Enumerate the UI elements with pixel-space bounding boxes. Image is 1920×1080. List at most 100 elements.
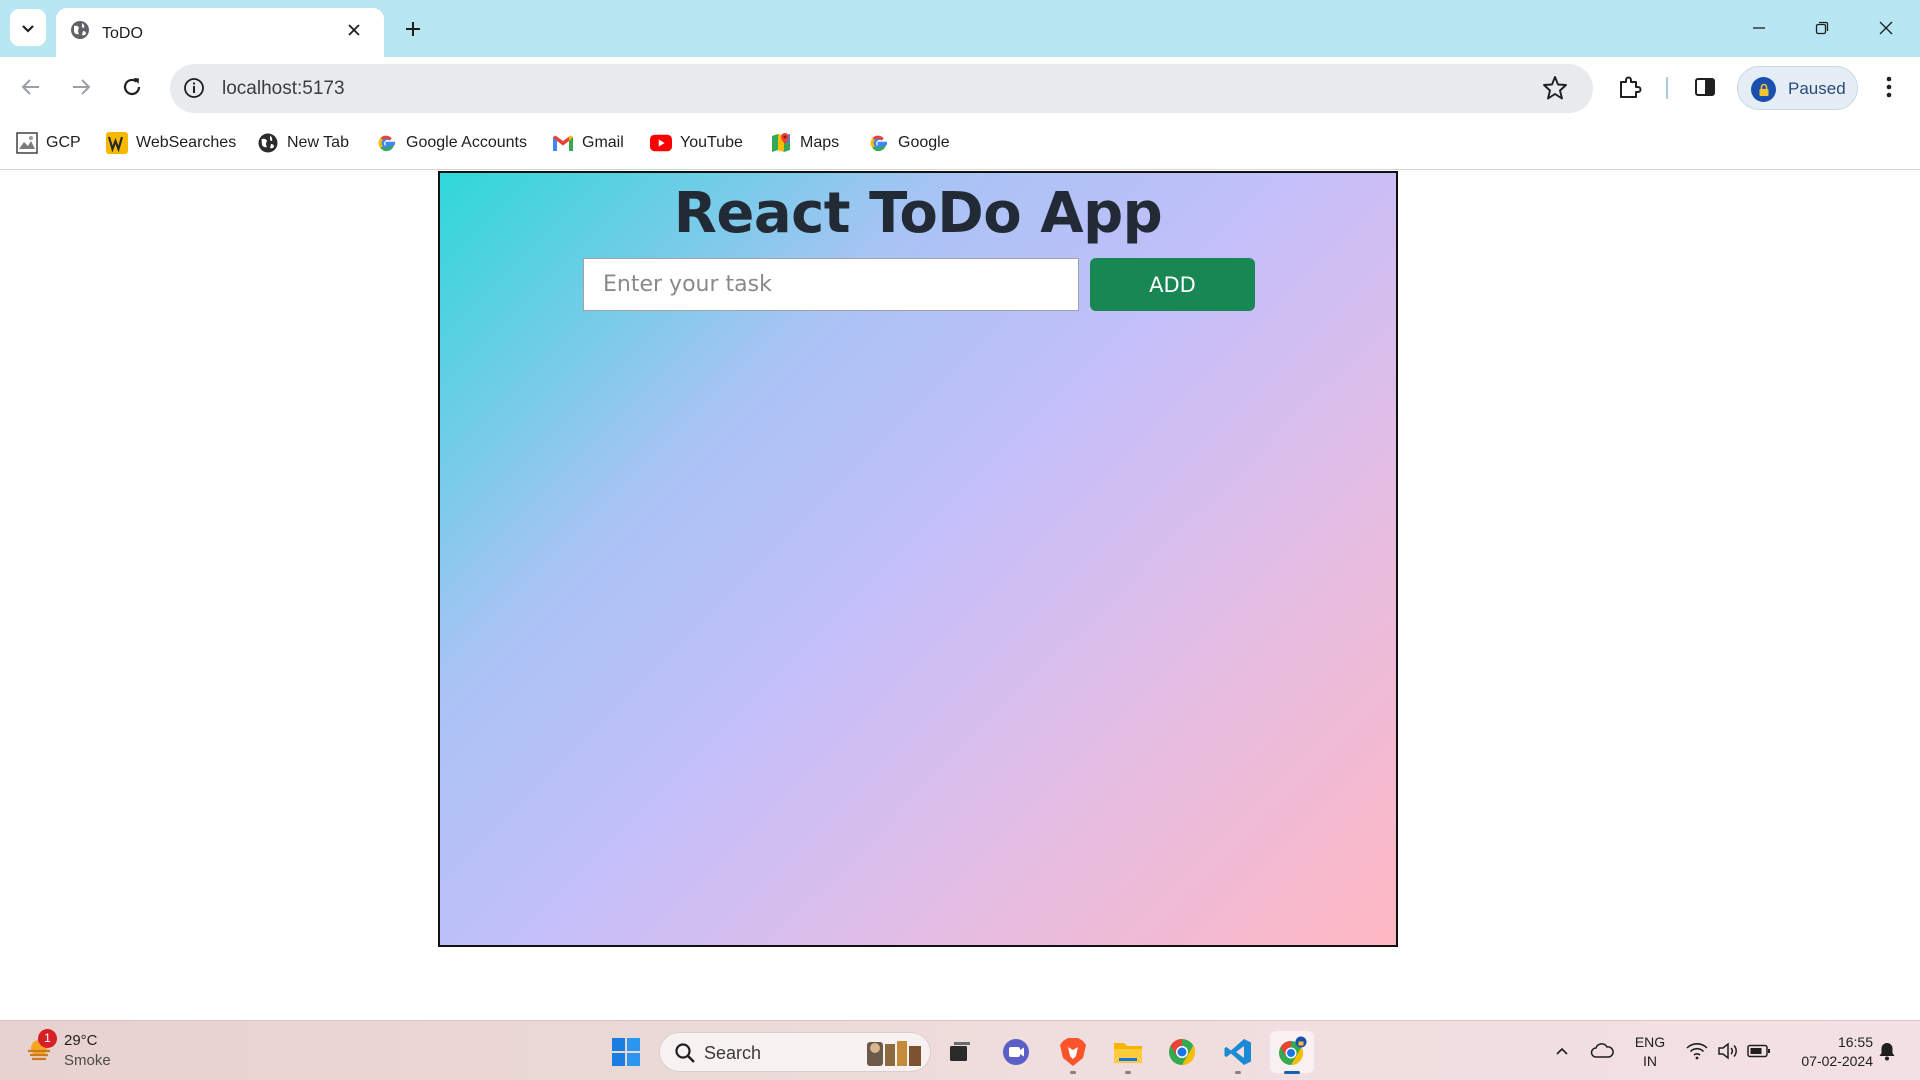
running-indicator xyxy=(1235,1071,1241,1074)
bookmark-label: Gmail xyxy=(582,134,624,151)
cloud-icon xyxy=(1590,1043,1614,1058)
start-button[interactable] xyxy=(604,1031,648,1073)
notification-badge: 1 xyxy=(38,1029,57,1048)
url-text[interactable]: localhost:5173 xyxy=(222,78,345,100)
side-panel-button[interactable] xyxy=(1687,69,1723,105)
task-input[interactable] xyxy=(583,258,1079,311)
input-language[interactable]: ENG IN xyxy=(1628,1033,1672,1071)
taskbar-task-view[interactable] xyxy=(938,1031,982,1073)
add-task-button[interactable]: ADD xyxy=(1090,258,1255,311)
taskbar-chrome-profile[interactable] xyxy=(1270,1031,1314,1074)
restore-button[interactable] xyxy=(1804,12,1840,44)
taskbar-vscode[interactable] xyxy=(1216,1031,1260,1074)
bookmark-label: WebSearches xyxy=(136,134,237,151)
google-icon xyxy=(376,132,398,154)
plus-icon xyxy=(406,22,420,36)
bookmark-label: New Tab xyxy=(287,134,349,151)
bookmark-gmail[interactable]: Gmail xyxy=(552,129,624,157)
chevron-down-icon xyxy=(22,24,34,33)
brave-browser-icon xyxy=(1060,1038,1086,1066)
bookmark-google-accounts[interactable]: Google Accounts xyxy=(376,129,527,157)
browser-menu-button[interactable] xyxy=(1871,69,1907,105)
google-icon xyxy=(868,132,890,154)
battery-tray[interactable] xyxy=(1744,1035,1774,1067)
extensions-button[interactable] xyxy=(1612,69,1648,105)
tab-search-button[interactable] xyxy=(10,9,46,46)
language-region: IN xyxy=(1643,1053,1657,1069)
taskbar-search[interactable]: Search xyxy=(659,1032,931,1072)
new-tab-button[interactable] xyxy=(398,14,428,44)
bell-icon xyxy=(1879,1043,1895,1061)
browser-titlebar: ToDO xyxy=(0,0,1920,57)
profile-button[interactable]: Paused xyxy=(1737,66,1858,110)
system-clock[interactable]: 16:55 07-02-2024 xyxy=(1781,1033,1873,1071)
todo-app-container: React ToDo App ADD xyxy=(438,171,1398,947)
chevron-up-icon xyxy=(1556,1047,1568,1055)
gcp-icon xyxy=(16,132,38,154)
weather-widget[interactable]: 1 29°C Smoke xyxy=(24,1029,134,1073)
running-indicator xyxy=(1125,1071,1131,1074)
bookmarks-bar: GCP WebSearches New Tab Google Accounts … xyxy=(0,117,1920,170)
meet-camera-icon xyxy=(1003,1039,1029,1065)
weather-condition: Smoke xyxy=(64,1052,111,1069)
maps-icon xyxy=(770,132,792,154)
chrome-icon xyxy=(1169,1038,1196,1066)
site-info-icon[interactable] xyxy=(182,76,206,100)
taskbar-file-explorer[interactable] xyxy=(1106,1031,1150,1074)
weather-temperature: 29°C xyxy=(64,1032,98,1049)
vscode-icon xyxy=(1224,1039,1251,1065)
close-icon xyxy=(348,24,360,36)
bookmark-google[interactable]: Google xyxy=(868,129,950,157)
wifi-icon xyxy=(1686,1043,1708,1060)
notification-center-button[interactable] xyxy=(1874,1035,1900,1067)
bookmark-label: GCP xyxy=(46,134,81,151)
tab-close-button[interactable] xyxy=(342,18,366,42)
running-indicator xyxy=(1070,1071,1076,1074)
address-bar[interactable]: localhost:5173 xyxy=(170,64,1593,113)
minimize-button[interactable] xyxy=(1741,12,1777,44)
bookmark-label: YouTube xyxy=(680,134,743,151)
windows-taskbar: 1 29°C Smoke Search ENG IN 16:55 07-02-2… xyxy=(0,1020,1920,1080)
volume-tray[interactable] xyxy=(1714,1035,1742,1067)
bookmark-websearches[interactable]: WebSearches xyxy=(106,129,236,157)
close-window-button[interactable] xyxy=(1868,12,1904,44)
bookmark-star-icon[interactable] xyxy=(1541,74,1569,102)
restore-icon xyxy=(1815,21,1829,35)
globe-icon xyxy=(71,21,89,39)
browser-tab[interactable]: ToDO xyxy=(56,8,384,57)
battery-icon xyxy=(1747,1044,1770,1058)
taskbar-chrome[interactable] xyxy=(1160,1031,1204,1073)
page-title: React ToDo App xyxy=(673,181,1163,246)
lock-icon xyxy=(1759,83,1768,96)
taskbar-brave[interactable] xyxy=(1051,1031,1095,1074)
active-indicator xyxy=(1284,1071,1300,1074)
forward-arrow-icon xyxy=(73,79,91,95)
websearches-icon xyxy=(106,132,128,154)
profile-status-label: Paused xyxy=(1788,79,1846,98)
bookmark-label: Google xyxy=(898,134,950,151)
folder-icon xyxy=(1114,1043,1142,1063)
puzzle-icon xyxy=(1620,76,1642,98)
bookmark-new-tab[interactable]: New Tab xyxy=(257,129,349,157)
bookmark-youtube[interactable]: YouTube xyxy=(650,129,743,157)
reload-icon xyxy=(123,78,141,96)
windows-logo-icon xyxy=(612,1038,640,1066)
onedrive-tray[interactable] xyxy=(1588,1035,1616,1067)
back-arrow-icon xyxy=(21,79,39,95)
close-icon xyxy=(1879,21,1893,35)
reload-button[interactable] xyxy=(112,67,152,107)
taskbar-teams-meet[interactable] xyxy=(994,1031,1038,1073)
network-tray[interactable] xyxy=(1683,1035,1711,1067)
clock-date: 07-02-2024 xyxy=(1801,1053,1873,1069)
show-hidden-icons-button[interactable] xyxy=(1550,1035,1574,1067)
profile-avatar xyxy=(1751,77,1776,102)
more-vert-icon xyxy=(1886,76,1892,98)
bookmark-gcp[interactable]: GCP xyxy=(16,129,81,157)
back-button[interactable] xyxy=(11,67,51,107)
search-highlight-icon xyxy=(867,1041,921,1066)
chrome-profile-icon xyxy=(1279,1036,1307,1065)
bookmark-maps[interactable]: Maps xyxy=(770,129,839,157)
search-icon xyxy=(675,1043,695,1063)
forward-button[interactable] xyxy=(61,67,101,107)
bookmark-label: Maps xyxy=(800,134,840,151)
